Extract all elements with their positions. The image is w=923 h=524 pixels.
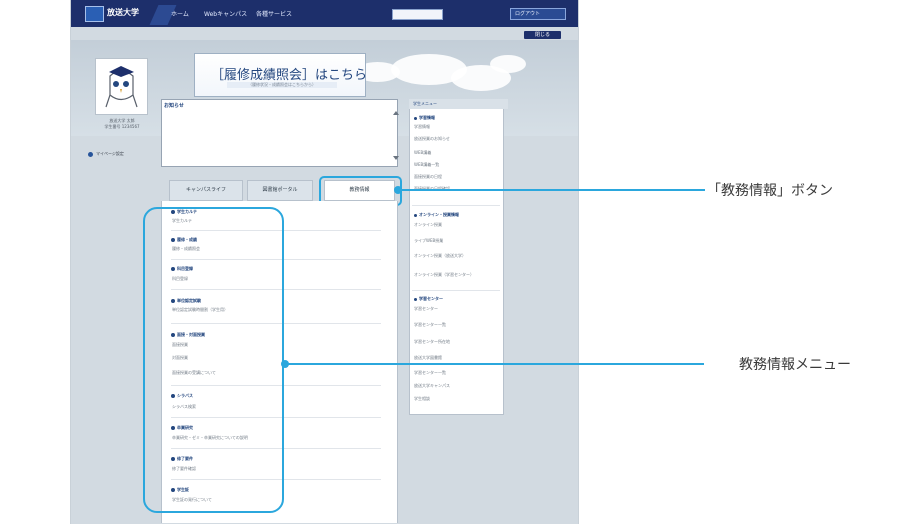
nav-services[interactable]: 各種サービス xyxy=(256,9,292,18)
academic-menu-callout: 教務情報メニュー xyxy=(739,357,851,373)
sidebar-item[interactable]: WEB講義一覧 xyxy=(414,162,498,168)
logo-text[interactable]: 放送大学 xyxy=(107,7,139,18)
top-navigation-bar xyxy=(71,0,578,27)
logout-button[interactable]: ログアウト xyxy=(510,8,566,20)
sidebar-group-title: オンライン・授業情報 xyxy=(414,212,459,218)
sidebar-group-title: 学習センター xyxy=(414,296,443,302)
sidebar-item[interactable]: 学習センター所在地 xyxy=(414,339,498,345)
sidebar-divider xyxy=(412,205,500,206)
tab-campus-life[interactable]: キャンパスライフ xyxy=(169,180,243,201)
nav-home[interactable]: ホーム xyxy=(171,9,189,18)
sidebar-item[interactable]: オンライン授業（放送大学） xyxy=(414,253,498,259)
academic-menu-highlight xyxy=(143,207,284,513)
profile-link-icon xyxy=(88,152,93,157)
sidebar-item[interactable]: 放送大学図書館 xyxy=(414,355,498,361)
profile-settings-link[interactable]: マイページ設定 xyxy=(96,151,124,157)
sidebar-item[interactable]: 学習情報 xyxy=(414,124,498,130)
sidebar-item[interactable]: 放送授業のお知らせ xyxy=(414,136,498,142)
sidebar-item[interactable]: 放送大学キャンパス xyxy=(414,383,498,389)
sidebar-item[interactable]: WEB講義 xyxy=(414,150,498,156)
scroll-down-icon[interactable] xyxy=(393,156,399,160)
avatar xyxy=(95,58,148,115)
sidebar-item[interactable]: ライブWEB授業 xyxy=(414,238,498,244)
academic-button-callout: 「教務情報」ボタン xyxy=(707,183,833,199)
scroll-up-icon[interactable] xyxy=(393,111,399,115)
message-box xyxy=(161,99,398,167)
sidebar-item[interactable]: 学習センター一覧 xyxy=(414,322,498,328)
callout-line xyxy=(398,189,705,191)
university-logo-icon[interactable] xyxy=(85,6,104,22)
tab-library-portal[interactable]: 図書館ポータル xyxy=(247,180,313,201)
sidebar-divider xyxy=(412,290,500,291)
sidebar-item[interactable]: オンライン授業（学習センター） xyxy=(414,272,498,278)
profile-info: 放送大学 太郎 学生番号 1234567 xyxy=(95,118,149,130)
sidebar-item[interactable]: 学習センター一覧 xyxy=(414,370,498,376)
profile-student-id: 学生番号 1234567 xyxy=(104,124,140,129)
banner-subtitle: （履修状況・成績照会はこちらから） xyxy=(227,82,337,88)
sidebar-item[interactable]: 学習センター xyxy=(414,306,498,312)
sidebar-item[interactable]: 面接授業の日程 xyxy=(414,174,498,180)
search-input[interactable] xyxy=(392,9,443,20)
sidebar-group-title: 学習情報 xyxy=(414,115,435,121)
sidebar-header: 学生メニュー xyxy=(409,99,508,109)
cloud xyxy=(490,55,526,73)
nav-web-campus[interactable]: Webキャンパス xyxy=(204,9,247,18)
sidebar-item[interactable]: オンライン授業 xyxy=(414,222,498,228)
close-button[interactable]: 閉じる xyxy=(524,31,561,39)
banner-title[interactable]: ［履修成績照会］はこちら xyxy=(211,64,367,83)
screenshot: 放送大学 ホーム Webキャンパス 各種サービス ログアウト 閉じる 放送大学 … xyxy=(70,0,579,524)
callout-line xyxy=(286,363,704,365)
sidebar-item[interactable]: 学生相談 xyxy=(414,396,498,402)
mascot-icon xyxy=(105,66,138,108)
message-title: お知らせ xyxy=(164,103,184,109)
